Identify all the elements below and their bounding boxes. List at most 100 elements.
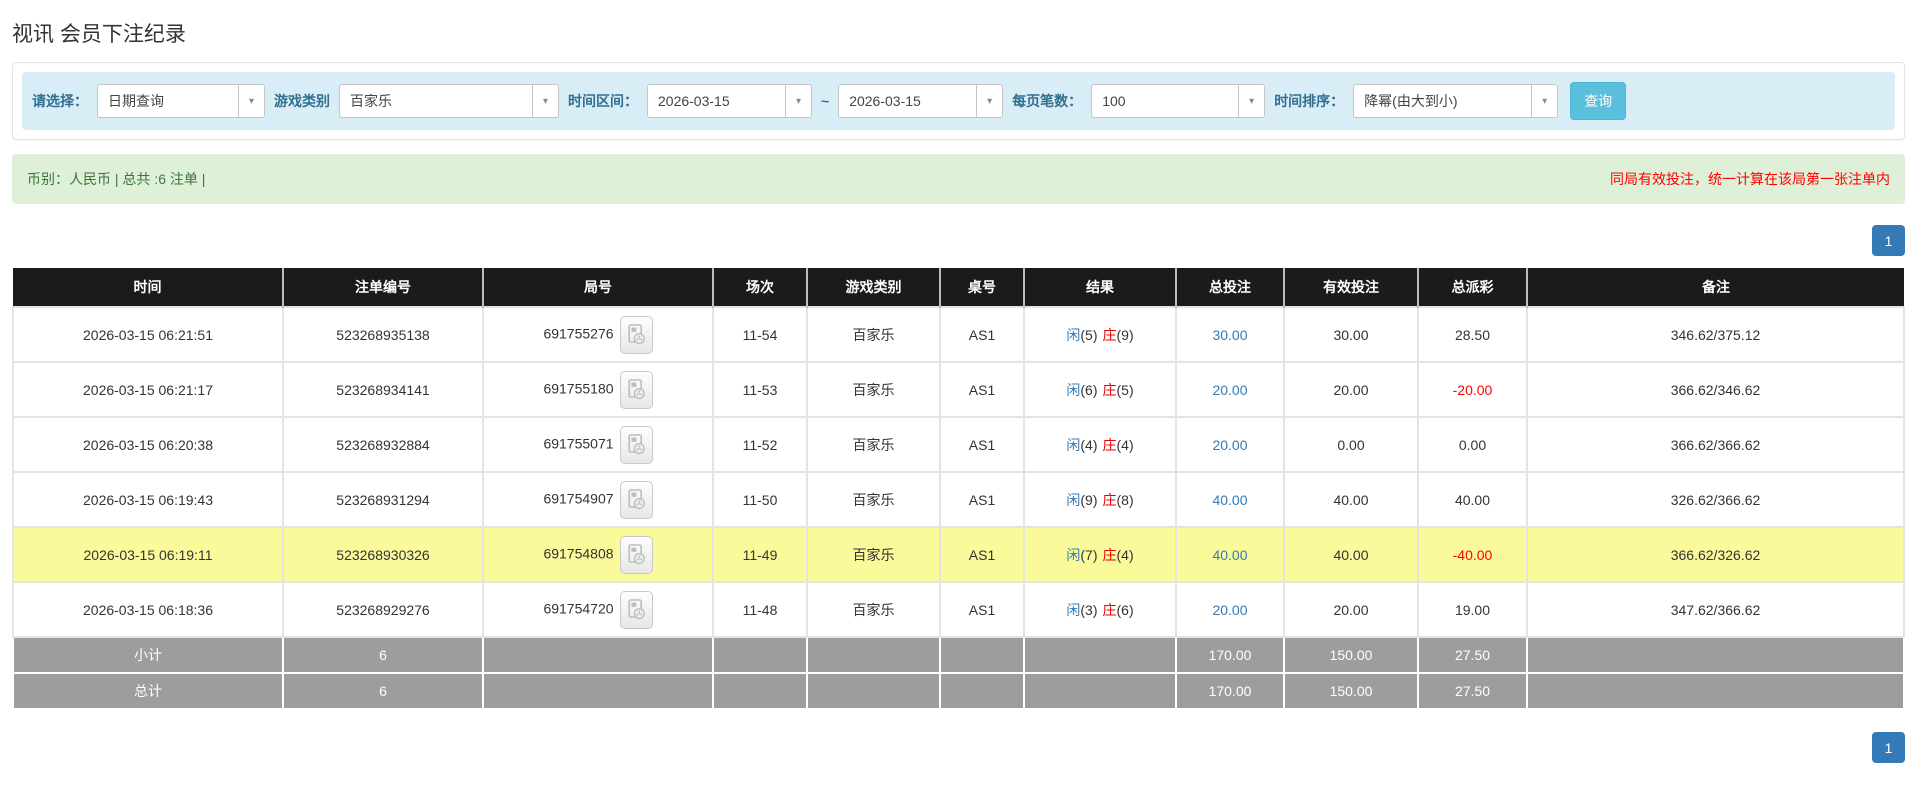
cell-session: 11-48 xyxy=(712,581,808,638)
valid-bet-notice: 同局有效投注，统一计算在该局第一张注单内 xyxy=(1610,171,1890,187)
page-1-button[interactable]: 1 xyxy=(1872,732,1905,763)
cell-time: 2026-03-15 06:20:38 xyxy=(12,416,284,473)
result-banker-label: 庄 xyxy=(1102,381,1117,398)
column-header-note: 备注 xyxy=(1526,268,1904,307)
time-range-label: 时间区间： xyxy=(568,93,638,109)
summary-valid-bet: 150.00 xyxy=(1283,636,1419,674)
cell-table-no: AS1 xyxy=(939,306,1025,363)
summary-empty-cell xyxy=(939,672,1025,710)
cell-result: 闲(3) 庄(6) xyxy=(1023,581,1177,638)
cell-time: 2026-03-15 06:21:51 xyxy=(12,306,284,363)
table-row[interactable]: 2026-03-15 06:18:36 523268929276 6917547… xyxy=(12,581,1905,638)
chevron-down-icon[interactable]: ▾ xyxy=(1531,85,1558,117)
result-player-value: (3) xyxy=(1080,601,1098,618)
column-header-result: 结果 xyxy=(1023,268,1176,307)
cell-result: 闲(5) 庄(9) xyxy=(1023,306,1177,363)
chevron-down-icon[interactable]: ▾ xyxy=(785,85,811,117)
cell-valid-bet: 20.00 xyxy=(1283,581,1419,638)
summary-total-payout: 27.50 xyxy=(1417,636,1528,674)
result-banker-label: 庄 xyxy=(1102,326,1117,343)
cell-table-no: AS1 xyxy=(939,581,1025,638)
table-row[interactable]: 2026-03-15 06:19:43 523268931294 6917549… xyxy=(12,471,1905,528)
cell-session: 11-50 xyxy=(712,471,808,528)
search-button[interactable]: 查询 xyxy=(1570,82,1627,120)
cell-bet-no: 523268930326 xyxy=(282,526,484,583)
column-header-bet-no: 注单编号 xyxy=(282,268,483,307)
cell-total-bet: 30.00 xyxy=(1175,306,1285,363)
cell-session: 11-49 xyxy=(712,526,808,583)
result-player-label: 闲 xyxy=(1066,601,1081,618)
table-row[interactable]: 2026-03-15 06:21:17 523268934141 6917551… xyxy=(12,361,1905,418)
cell-bet-no: 523268929276 xyxy=(282,581,484,638)
result-banker-value: (5) xyxy=(1116,381,1134,398)
summary-count: 6 xyxy=(282,672,484,710)
query-type-value: 日期查询 xyxy=(108,93,164,109)
result-banker-label: 庄 xyxy=(1102,546,1117,563)
cell-time: 2026-03-15 06:19:43 xyxy=(12,471,284,528)
video-replay-button[interactable] xyxy=(619,480,653,519)
date-from-dropdown[interactable]: 2026-03-15 ▾ xyxy=(647,84,812,118)
table-row[interactable]: 2026-03-15 06:21:51 523268935138 6917552… xyxy=(12,306,1905,363)
pagination-top: 1 xyxy=(12,225,1905,256)
round-no-text: 691754808 xyxy=(543,545,614,562)
filter-panel: 请选择： 日期查询 ▾ 游戏类别 百家乐 ▾ 时间区间： 2026-03-15 … xyxy=(12,62,1905,140)
video-replay-button[interactable] xyxy=(619,590,653,629)
result-banker-label: 庄 xyxy=(1102,601,1117,618)
cell-total-bet: 20.00 xyxy=(1175,581,1285,638)
summary-empty-cell xyxy=(806,672,941,710)
result-player-value: (6) xyxy=(1080,381,1098,398)
summary-empty-cell xyxy=(1023,672,1177,710)
cell-total-bet: 20.00 xyxy=(1175,416,1285,473)
cell-session: 11-53 xyxy=(712,361,808,418)
cell-round-no: 691754907 xyxy=(482,471,714,528)
total-bet-link[interactable]: 40.00 xyxy=(1212,492,1247,508)
total-bet-link[interactable]: 20.00 xyxy=(1212,382,1247,398)
chevron-down-icon[interactable]: ▾ xyxy=(238,85,264,117)
page-title: 视讯 会员下注纪录 xyxy=(12,23,186,46)
cell-time: 2026-03-15 06:21:17 xyxy=(12,361,284,418)
cell-table-no: AS1 xyxy=(939,361,1025,418)
summary-label: 总计 xyxy=(12,672,284,710)
query-type-label: 请选择： xyxy=(32,93,88,109)
video-replay-button[interactable] xyxy=(619,315,653,354)
range-separator: ~ xyxy=(821,93,830,109)
date-to-dropdown[interactable]: 2026-03-15 ▾ xyxy=(838,84,1004,118)
video-replay-button[interactable] xyxy=(619,370,653,409)
summary-empty-cell xyxy=(712,636,808,674)
result-player-label: 闲 xyxy=(1066,546,1081,563)
column-header-round-no: 局号 xyxy=(482,268,713,307)
time-sort-dropdown[interactable]: 降幂(由大到小) ▾ xyxy=(1353,84,1559,118)
chevron-down-icon[interactable]: ▾ xyxy=(1238,85,1265,117)
summary-valid-bet: 150.00 xyxy=(1283,672,1419,710)
query-type-dropdown[interactable]: 日期查询 ▾ xyxy=(97,84,265,118)
cell-game-type: 百家乐 xyxy=(806,471,941,528)
page-1-button[interactable]: 1 xyxy=(1872,225,1905,256)
chevron-down-icon[interactable]: ▾ xyxy=(976,85,1003,117)
cell-round-no: 691755276 xyxy=(482,306,714,363)
date-from-value: 2026-03-15 xyxy=(658,93,730,109)
film-file-icon xyxy=(627,544,645,565)
summary-empty-cell xyxy=(1526,636,1905,674)
game-type-dropdown[interactable]: 百家乐 ▾ xyxy=(339,84,559,118)
time-sort-label: 时间排序： xyxy=(1274,93,1345,109)
table-row[interactable]: 2026-03-15 06:19:11 523268930326 6917548… xyxy=(12,526,1905,583)
chevron-down-icon[interactable]: ▾ xyxy=(532,85,558,117)
film-file-icon xyxy=(627,324,645,345)
total-bet-link[interactable]: 30.00 xyxy=(1212,327,1247,343)
table-row[interactable]: 2026-03-15 06:20:38 523268932884 6917550… xyxy=(12,416,1905,473)
result-player-value: (4) xyxy=(1080,436,1098,453)
film-file-icon xyxy=(627,489,645,510)
column-header-session: 场次 xyxy=(712,268,807,307)
video-replay-button[interactable] xyxy=(619,535,653,574)
cell-round-no: 691755180 xyxy=(482,361,714,418)
page-size-dropdown[interactable]: 100 ▾ xyxy=(1091,84,1266,118)
cell-table-no: AS1 xyxy=(939,471,1025,528)
page-container: 视讯 会员下注纪录 请选择： 日期查询 ▾ 游戏类别 百家乐 ▾ 时间区间： 2… xyxy=(0,0,1917,763)
summary-label: 小计 xyxy=(12,636,284,674)
cell-bet-no: 523268932884 xyxy=(282,416,484,473)
total-bet-link[interactable]: 20.00 xyxy=(1212,437,1247,453)
total-bet-link[interactable]: 40.00 xyxy=(1212,547,1247,563)
total-bet-link[interactable]: 20.00 xyxy=(1212,602,1247,618)
cell-total-payout: 28.50 xyxy=(1417,306,1528,363)
video-replay-button[interactable] xyxy=(619,425,653,464)
